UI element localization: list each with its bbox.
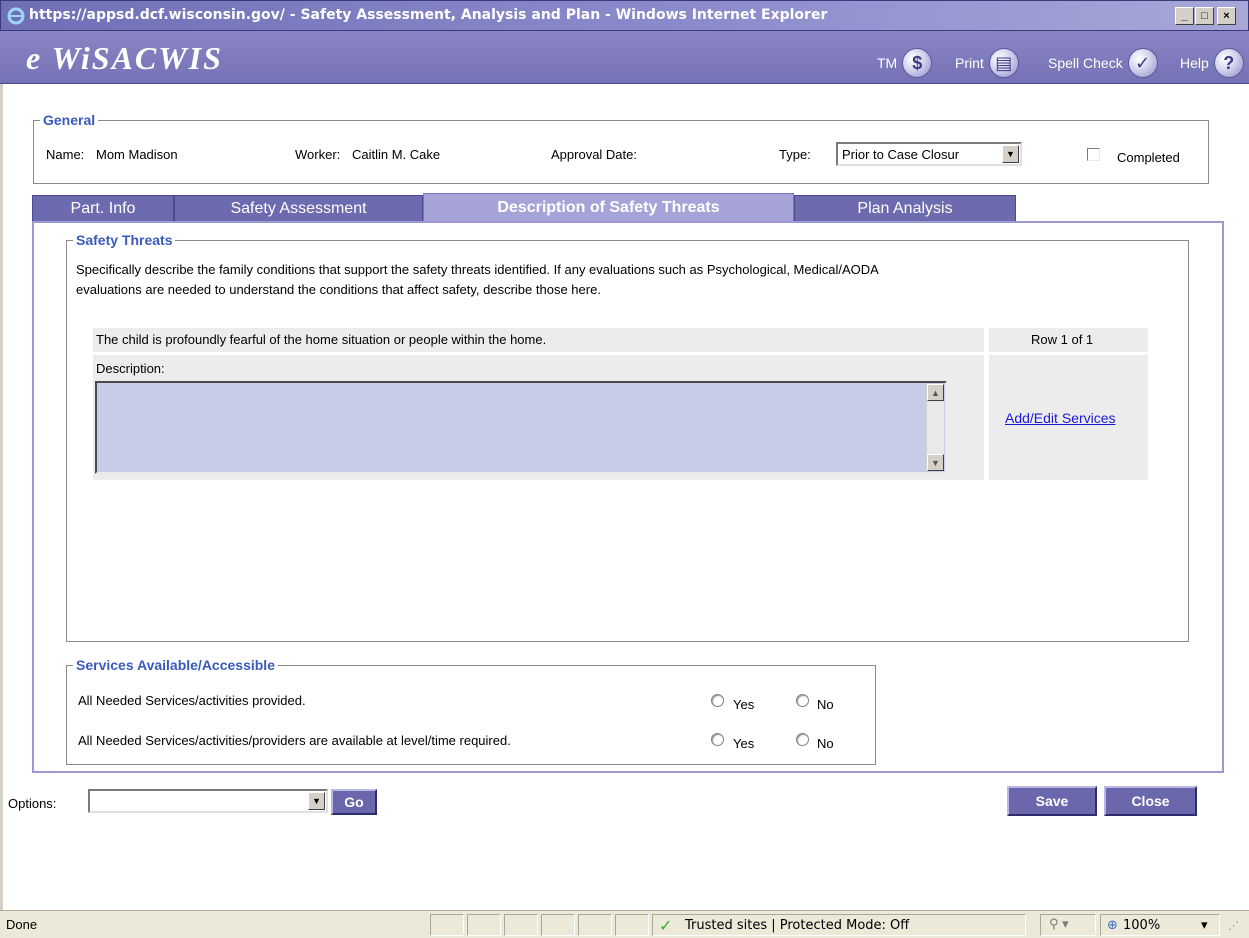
status-cell	[541, 914, 575, 936]
go-button[interactable]: Go	[331, 789, 377, 815]
instructions-line-2: evaluations are needed to understand the…	[76, 282, 601, 297]
type-select-value: Prior to Case Closur	[842, 146, 960, 162]
app-logo: e WiSACWIS	[26, 40, 223, 76]
services-available-no-radio[interactable]	[796, 733, 809, 746]
window-title: https://appsd.dcf.wisconsin.gov/ - Safet…	[29, 7, 828, 23]
safety-threats-legend: Safety Threats	[76, 232, 173, 248]
services-available-no-label: No	[817, 736, 834, 751]
type-label: Type:	[779, 147, 811, 162]
options-label: Options:	[8, 796, 57, 811]
tab-description-of-safety-threats[interactable]: Description of Safety Threats	[423, 193, 794, 221]
scroll-up-icon[interactable]: ▲	[927, 384, 944, 401]
name-value: Mom Madison	[96, 147, 178, 162]
maximize-button[interactable]: □	[1195, 7, 1214, 25]
general-legend: General	[43, 112, 96, 128]
approval-date-label: Approval Date:	[551, 147, 637, 162]
spell-check-label: Spell Check	[1048, 55, 1123, 71]
add-edit-services-link[interactable]: Add/Edit Services	[1005, 410, 1116, 426]
instructions-line-1: Specifically describe the family conditi…	[76, 262, 879, 277]
internet-explorer-icon	[7, 7, 25, 25]
services-provided-no-radio[interactable]	[796, 694, 809, 707]
row-indicator: Row 1 of 1	[1031, 332, 1094, 347]
help-icon: ?	[1213, 48, 1244, 78]
services-available-yes-radio[interactable]	[711, 733, 724, 746]
help-label: Help	[1180, 55, 1209, 71]
name-label: Name:	[46, 147, 85, 162]
checkmark-icon: ✓	[659, 918, 673, 935]
spell-check-button[interactable]: Spell Check ✓	[1048, 48, 1158, 78]
status-cell	[578, 914, 612, 936]
security-zone-text: Trusted sites | Protected Mode: Off	[685, 918, 910, 933]
minimize-button[interactable]: _	[1175, 7, 1194, 25]
status-bar: Done ✓ Trusted sites | Protected Mode: O…	[0, 910, 1249, 938]
description-scrollbar[interactable]: ▲ ▼	[926, 384, 944, 471]
chevron-down-icon: ▼	[1002, 145, 1019, 163]
threat-text: The child is profoundly fearful of the h…	[96, 332, 547, 347]
help-button[interactable]: Help ?	[1180, 48, 1244, 78]
services-provided-yes-label: Yes	[733, 697, 755, 712]
network-icon: ⚲ ▾	[1049, 916, 1069, 931]
print-label: Print	[955, 55, 984, 71]
window-titlebar: https://appsd.dcf.wisconsin.gov/ - Safet…	[0, 0, 1249, 31]
zoom-level: 100%	[1123, 918, 1161, 933]
status-cell	[615, 914, 649, 936]
tm-label: TM	[877, 55, 898, 71]
worker-label: Worker:	[295, 147, 341, 162]
completed-label: Completed	[1117, 150, 1180, 165]
services-question-1: All Needed Services/activities provided.	[78, 693, 306, 708]
services-provided-yes-radio[interactable]	[711, 694, 724, 707]
close-window-button[interactable]: ×	[1217, 7, 1236, 25]
print-icon: ▤	[988, 48, 1019, 78]
description-textarea[interactable]	[95, 381, 947, 474]
print-button[interactable]: Print ▤	[955, 48, 1019, 78]
chevron-down-icon: ▼	[308, 792, 325, 810]
window-frame-left	[0, 84, 3, 910]
services-legend: Services Available/Accessible	[76, 657, 275, 673]
tab-plan-analysis[interactable]: Plan Analysis	[794, 195, 1016, 221]
zoom-icon: ⊕	[1107, 917, 1118, 932]
description-label: Description:	[96, 361, 165, 376]
close-button[interactable]: Close	[1104, 786, 1197, 816]
zoom-cell[interactable]: ⊕ 100% ▾	[1100, 914, 1220, 936]
tab-safety-assessment[interactable]: Safety Assessment	[174, 195, 423, 221]
services-provided-no-label: No	[817, 697, 834, 712]
status-cell	[430, 914, 464, 936]
services-available-yes-label: Yes	[733, 736, 755, 751]
save-button[interactable]: Save	[1007, 786, 1097, 816]
status-cell	[504, 914, 538, 936]
status-cell	[467, 914, 501, 936]
chevron-down-icon[interactable]: ▾	[1201, 917, 1208, 933]
options-select[interactable]: ▼	[88, 789, 328, 813]
resize-grip-icon[interactable]: ⋰	[1228, 919, 1239, 932]
app-banner: e WiSACWIS TM $ Print ▤ Spell Check ✓ He…	[0, 31, 1249, 84]
services-question-2: All Needed Services/activities/providers…	[78, 733, 511, 748]
completed-checkbox[interactable]	[1087, 148, 1100, 161]
services-group: Services Available/Accessible	[66, 657, 876, 765]
tm-button[interactable]: TM $	[877, 48, 933, 78]
security-zone-cell[interactable]: ✓ Trusted sites | Protected Mode: Off	[652, 914, 1026, 936]
scroll-down-icon[interactable]: ▼	[927, 454, 944, 471]
tab-part-info[interactable]: Part. Info	[32, 195, 174, 221]
type-select[interactable]: Prior to Case Closur ▼	[836, 142, 1022, 166]
safety-threats-instructions: Specifically describe the family conditi…	[76, 260, 1176, 300]
spell-check-icon: ✓	[1127, 48, 1158, 78]
worker-value: Caitlin M. Cake	[352, 147, 441, 162]
status-text: Done	[6, 917, 38, 932]
protected-mode-cell[interactable]: ⚲ ▾	[1040, 914, 1096, 936]
tm-icon: $	[902, 48, 933, 78]
